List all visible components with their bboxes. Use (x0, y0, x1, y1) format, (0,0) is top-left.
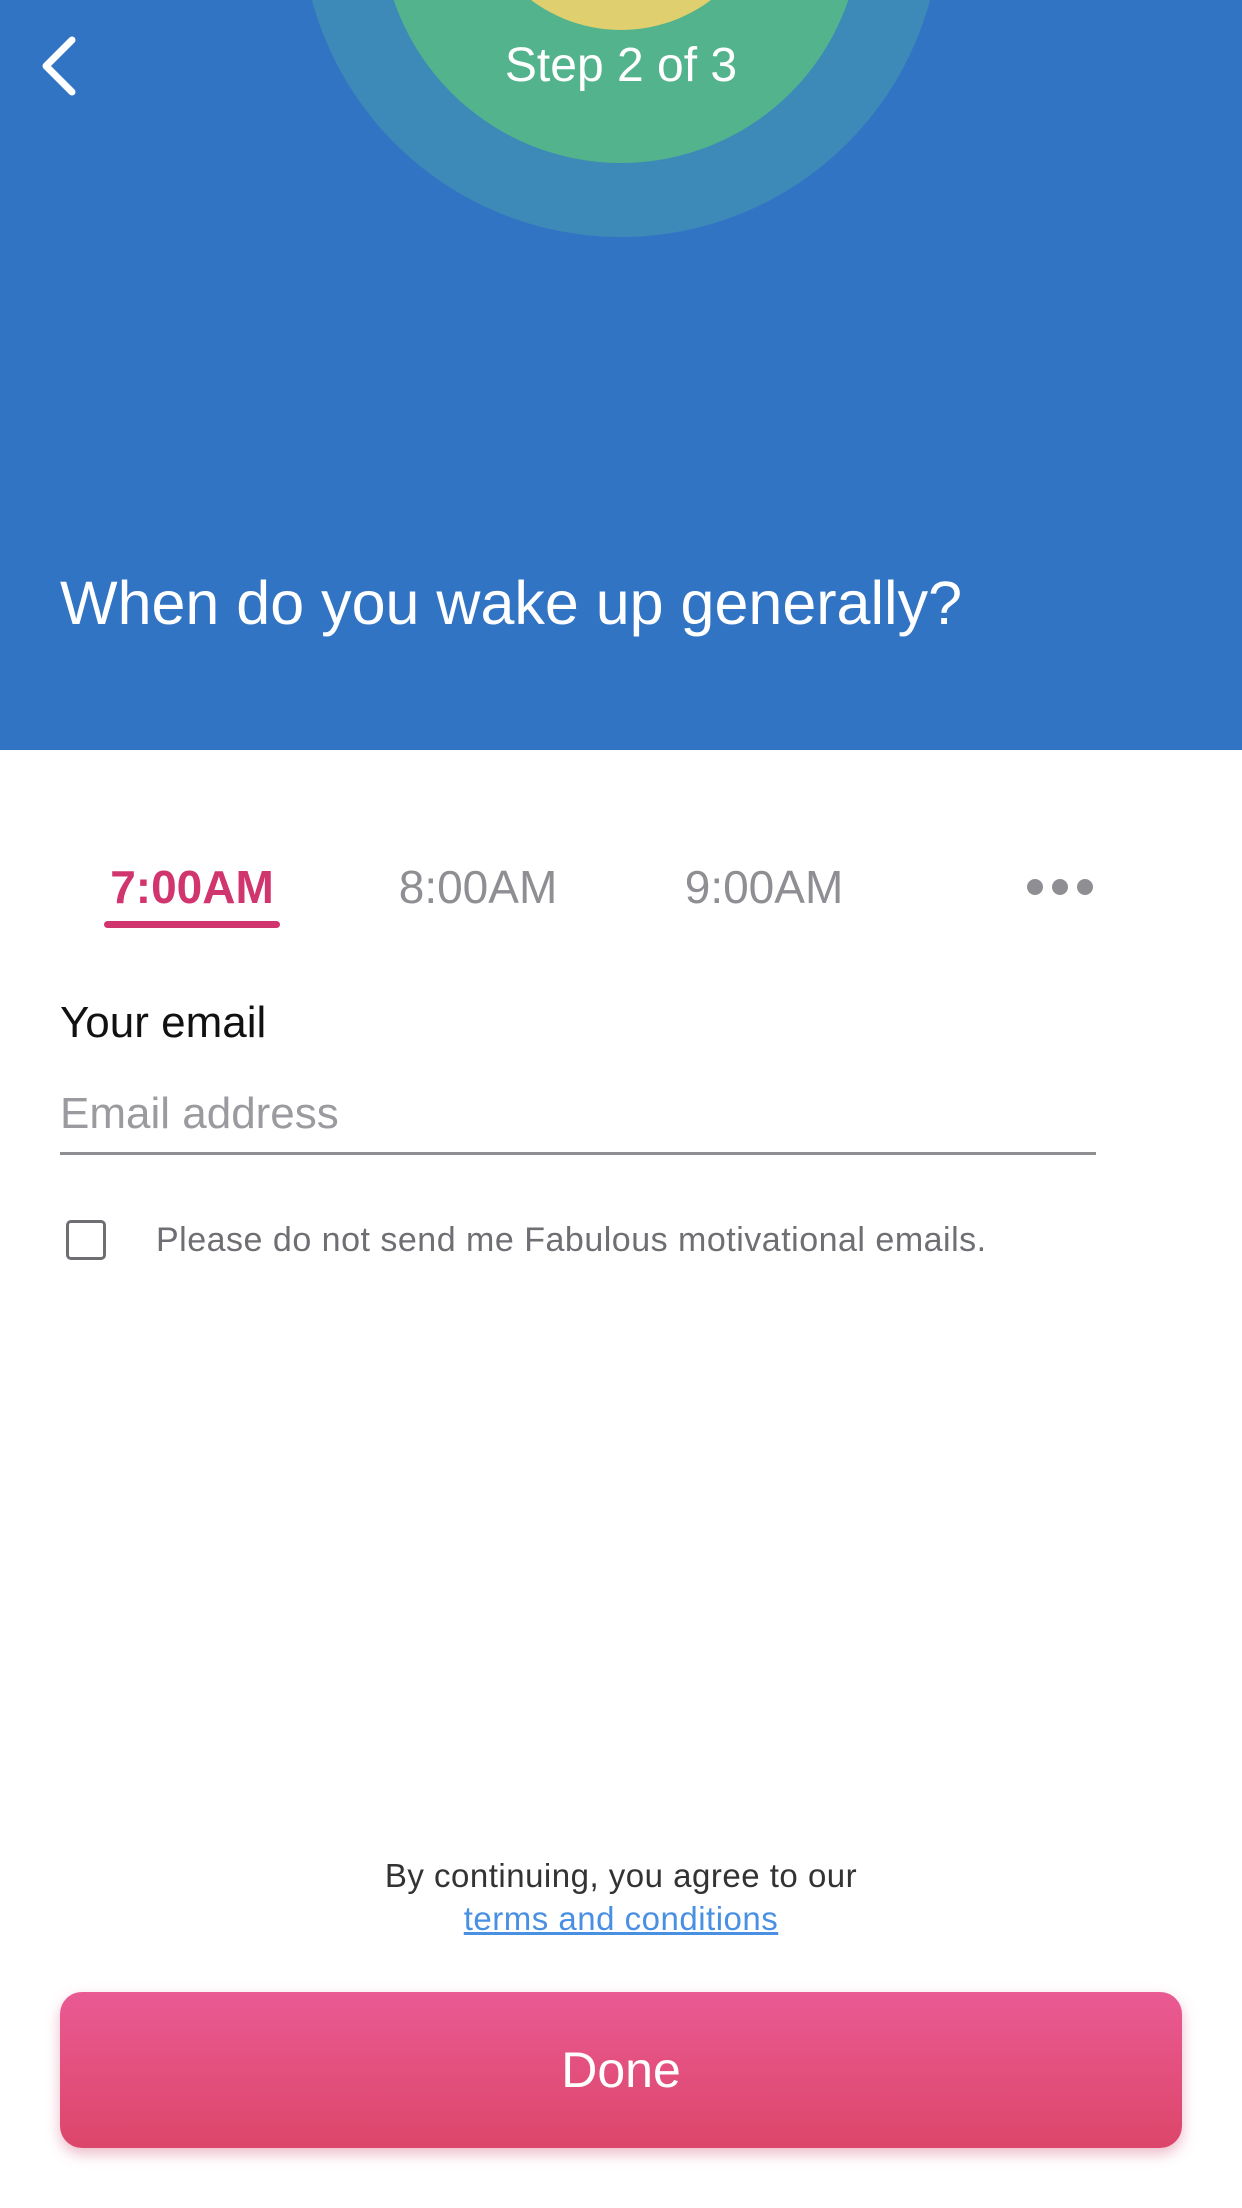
terms-link[interactable]: terms and conditions (464, 1900, 779, 1937)
optout-label: Please do not send me Fabulous motivatio… (156, 1221, 987, 1259)
step-indicator: Step 2 of 3 (504, 39, 738, 92)
wake-time-option-label: 7:00AM (110, 861, 274, 913)
optout-row: Please do not send me Fabulous motivatio… (66, 1216, 1166, 1272)
wake-time-option-8am[interactable]: 8:00AM (384, 850, 572, 930)
selected-tab-underline (104, 921, 280, 928)
done-button[interactable]: Done (60, 1992, 1182, 2148)
wake-time-option-label: 9:00AM (684, 861, 844, 913)
terms-notice: By continuing, you agree to our terms an… (0, 1854, 1242, 1940)
terms-text: By continuing, you agree to our (384, 1857, 858, 1894)
wake-time-option-label: 8:00AM (398, 861, 558, 913)
optout-checkbox[interactable] (66, 1220, 106, 1260)
wake-time-option-7am[interactable]: 7:00AM (104, 850, 280, 930)
email-field[interactable] (60, 1076, 1096, 1155)
header: Step 2 of 3 When do you wake up generall… (0, 0, 1242, 750)
page-title: When do you wake up generally? (60, 569, 963, 637)
onboarding-screen: Step 2 of 3 When do you wake up generall… (0, 0, 1242, 2208)
wake-time-tabs: 7:00AM 8:00AM 9:00AM (60, 850, 1160, 930)
more-horizontal-icon (1025, 877, 1095, 902)
wake-time-option-9am[interactable]: 9:00AM (670, 850, 858, 930)
more-times-button[interactable] (1012, 864, 1108, 914)
email-label: Your email (60, 998, 267, 1047)
